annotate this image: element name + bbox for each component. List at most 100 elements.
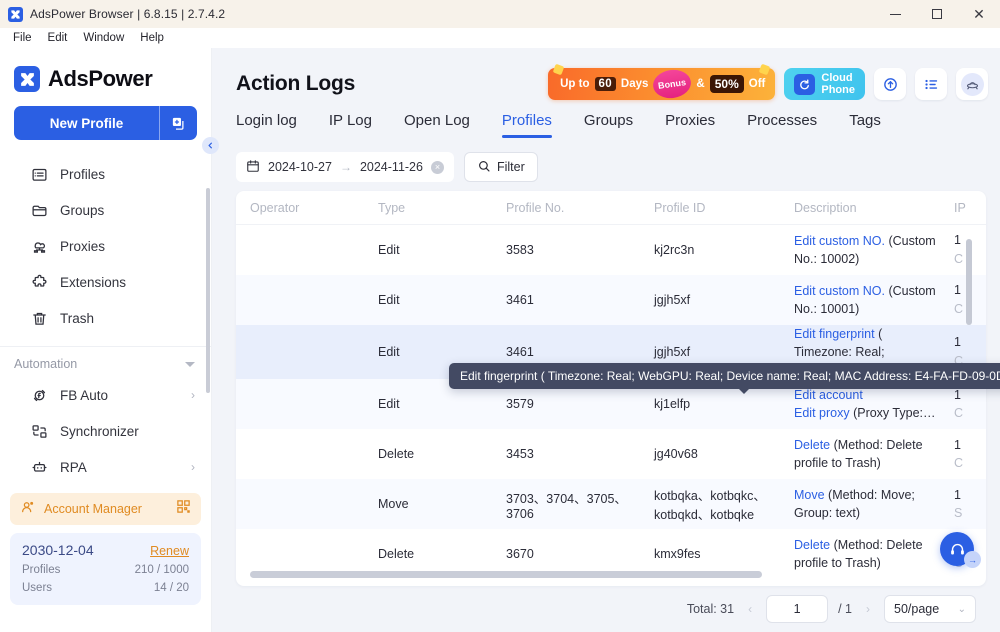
- cell-description: Edit account Edit proxy (Proxy Type:…: [794, 386, 954, 422]
- sidebar-item-profiles[interactable]: Profiles: [0, 156, 211, 192]
- cell-type: Edit: [378, 397, 400, 412]
- promo-days-suffix: Days: [620, 78, 649, 90]
- fingerprint-tooltip: Edit fingerprint ( Timezone: Real; WebGP…: [449, 363, 1000, 394]
- puzzle-icon: [30, 273, 48, 291]
- promo-corner-left: [552, 63, 565, 76]
- next-page-button[interactable]: ›: [862, 602, 874, 616]
- table-row[interactable]: Delete 3453 jg40v68 Delete (Method: Dele…: [236, 429, 986, 479]
- table-vertical-scrollbar[interactable]: [966, 239, 972, 325]
- description-link[interactable]: Edit account: [794, 388, 863, 402]
- cloud-phone-button[interactable]: Cloud Phone: [784, 68, 865, 100]
- task-list-icon[interactable]: [915, 68, 947, 100]
- tab-processes[interactable]: Processes: [731, 112, 833, 138]
- description-link-2[interactable]: Edit proxy: [794, 406, 850, 420]
- tab-profiles[interactable]: Profiles: [486, 112, 568, 138]
- cell-ip: 1S: [954, 486, 986, 524]
- col-profile-id: Profile ID: [654, 200, 706, 215]
- calendar-icon: [246, 159, 260, 176]
- cell-profile-id: jgjh5xf: [654, 293, 691, 307]
- license-profiles-label: Profiles: [22, 564, 61, 576]
- filter-button[interactable]: Filter: [463, 152, 538, 182]
- date-range-picker[interactable]: 2024-10-27 → 2024-11-26 ×: [236, 152, 454, 182]
- sidebar-item-groups[interactable]: Groups: [0, 192, 211, 228]
- page-number-input[interactable]: [766, 595, 829, 623]
- menu-file[interactable]: File: [7, 31, 38, 45]
- renew-link[interactable]: Renew: [150, 544, 189, 558]
- license-users-value: 14 / 20: [153, 582, 189, 594]
- ip-line-2: S: [954, 506, 963, 521]
- license-row-profiles: Profiles 210 / 1000: [22, 564, 189, 576]
- sidebar-item-synchronizer[interactable]: Synchronizer: [0, 413, 211, 449]
- table-row[interactable]: Edit 3461 jgjh5xf Edit custom NO. (Custo…: [236, 275, 986, 325]
- sidebar-collapse-button[interactable]: [202, 137, 219, 154]
- page-size-select[interactable]: 50/page ⌄: [884, 595, 976, 623]
- description-link[interactable]: Edit custom NO.: [794, 234, 885, 248]
- menu-edit[interactable]: Edit: [42, 31, 74, 45]
- main-content: Action Logs Up to 60 Days Bonus & 50% Of…: [212, 48, 1000, 632]
- brand-name: AdsPower: [48, 66, 153, 91]
- maximize-button[interactable]: [916, 0, 958, 28]
- qr-code-icon[interactable]: [176, 499, 191, 519]
- sidebar-item-trash[interactable]: Trash: [0, 300, 211, 336]
- proxy-cloud-icon: [30, 237, 48, 255]
- synchronizer-icon: [30, 422, 48, 440]
- table-header-row: Operator Type Profile No. Profile ID Des…: [236, 191, 986, 225]
- cell-profile-no: 3703、3704、3705、3706: [506, 491, 627, 521]
- tab-groups[interactable]: Groups: [568, 112, 649, 138]
- tab-ip-log[interactable]: IP Log: [313, 112, 388, 138]
- table-row[interactable]: Edit 3583 kj2rc3n Edit custom NO. (Custo…: [236, 225, 986, 275]
- cell-profile-id: kj2rc3n: [654, 243, 695, 257]
- sidebar-item-extensions[interactable]: Extensions: [0, 264, 211, 300]
- sidebar-label-groups: Groups: [60, 202, 105, 218]
- promo-days-number: 60: [594, 77, 616, 91]
- minimize-button[interactable]: [874, 0, 916, 28]
- promo-bonus-badge: Bonus: [651, 67, 694, 101]
- description-link[interactable]: Move: [794, 488, 825, 502]
- close-button[interactable]: ✕: [958, 0, 1000, 28]
- description-link[interactable]: Delete: [794, 438, 830, 452]
- account-manager-button[interactable]: Account Manager: [10, 493, 201, 525]
- cloud-phone-line2: Phone: [821, 84, 855, 96]
- pagination-bar: Total: 31 ‹ / 1 › 50/page ⌄: [222, 586, 1000, 632]
- sidebar-item-rpa[interactable]: RPA ›: [0, 449, 211, 485]
- new-profile-duplicate-icon[interactable]: [160, 106, 197, 140]
- sidebar-item-fb-auto[interactable]: FB Auto ›: [0, 377, 211, 413]
- prev-page-button[interactable]: ‹: [744, 602, 756, 616]
- total-pages: / 1: [838, 602, 852, 616]
- folder-icon: [30, 201, 48, 219]
- sidebar-item-proxies[interactable]: Proxies: [0, 228, 211, 264]
- table-row[interactable]: Move 3703、3704、3705、3706 kotbqka、kotbqkc…: [236, 479, 986, 530]
- cell-description: Move (Method: Move; Group: text): [794, 486, 954, 522]
- date-from[interactable]: 2024-10-27: [268, 160, 332, 174]
- menu-help[interactable]: Help: [134, 31, 170, 45]
- tab-login-log[interactable]: Login log: [236, 112, 313, 138]
- sync-icon[interactable]: [874, 68, 906, 100]
- sidebar-section-automation[interactable]: Automation: [0, 351, 211, 377]
- cell-profile-no: 3461: [506, 345, 534, 360]
- support-chat-button[interactable]: →: [940, 532, 981, 568]
- cell-description: Edit custom NO. (Custom No.: 10002): [794, 232, 954, 268]
- tab-proxies[interactable]: Proxies: [649, 112, 731, 138]
- filter-label: Filter: [496, 160, 525, 174]
- date-to[interactable]: 2024-11-26: [360, 160, 423, 174]
- facebook-refresh-icon: [30, 386, 48, 404]
- description-link[interactable]: Edit custom NO.: [794, 284, 885, 298]
- clear-date-icon[interactable]: ×: [430, 160, 444, 174]
- description-link[interactable]: Delete: [794, 538, 830, 552]
- sidebar-scrollbar[interactable]: [206, 188, 210, 393]
- description-link[interactable]: Edit fingerprint: [794, 327, 875, 341]
- new-profile-button[interactable]: New Profile: [14, 106, 160, 140]
- promo-banner[interactable]: Up to 60 Days Bonus & 50% Off: [548, 63, 776, 101]
- cloud-phone-icon: [794, 73, 816, 95]
- promo-corner-right: [759, 63, 771, 76]
- chevron-down-icon[interactable]: [185, 361, 195, 367]
- window-titlebar: AdsPower Browser | 6.8.15 | 2.7.4.2 ✕: [0, 0, 1000, 28]
- tab-open-log[interactable]: Open Log: [388, 112, 486, 138]
- sidebar-label-profiles: Profiles: [60, 166, 106, 182]
- menu-window[interactable]: Window: [77, 31, 130, 45]
- header-actions: Up to 60 Days Bonus & 50% Off Cloud Phon…: [548, 63, 988, 101]
- adspower-brand-icon: [14, 66, 40, 92]
- tab-tags[interactable]: Tags: [833, 112, 897, 138]
- table-horizontal-scrollbar[interactable]: [250, 571, 762, 578]
- ufo-avatar-icon[interactable]: [956, 68, 988, 100]
